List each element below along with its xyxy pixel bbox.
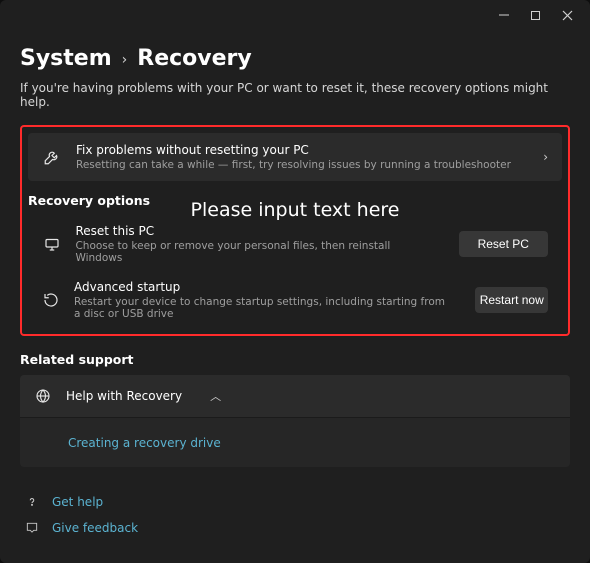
reset-title: Reset this PC [75,224,430,238]
reset-desc: Choose to keep or remove your personal f… [75,240,430,264]
recovery-drive-link[interactable]: Creating a recovery drive [68,436,221,450]
breadcrumb: System › Recovery [20,46,570,71]
settings-window: System › Recovery If you're having probl… [0,0,590,563]
advanced-title: Advanced startup [74,280,447,294]
globe-help-icon [34,387,52,405]
help-icon [24,495,40,509]
recovery-options-heading: Recovery options [28,193,562,208]
help-with-recovery-row[interactable]: Help with Recovery ︿ [20,375,570,417]
help-recovery-title: Help with Recovery [66,389,182,403]
help-recovery-body: Creating a recovery drive [20,417,570,467]
intro-text: If you're having problems with your PC o… [20,81,570,109]
get-help-label: Get help [52,495,103,509]
give-feedback-label: Give feedback [52,521,138,535]
fix-title: Fix problems without resetting your PC [76,143,511,157]
feedback-icon [24,521,40,535]
fix-problems-card[interactable]: Fix problems without resetting your PC R… [28,133,562,181]
footer-links: Get help Give feedback [20,489,570,541]
breadcrumb-page: Recovery [137,46,251,71]
wrench-icon [42,148,62,166]
chevron-up-icon: ︿ [210,388,221,404]
give-feedback-link[interactable]: Give feedback [20,515,570,541]
reset-icon [42,235,61,253]
reset-pc-row: Reset this PC Choose to keep or remove y… [28,216,562,272]
related-support-section: Related support Help with Recovery ︿ Cre… [20,352,570,467]
breadcrumb-root[interactable]: System [20,46,112,71]
reset-pc-button[interactable]: Reset PC [459,231,548,257]
close-button[interactable] [562,10,576,21]
chevron-right-icon: › [122,52,128,68]
advanced-startup-row: Advanced startup Restart your device to … [28,272,562,328]
highlight-box: Please input text here Fix problems with… [20,125,570,336]
window-titlebar [0,0,590,30]
related-support-heading: Related support [20,352,570,367]
maximize-button[interactable] [530,10,544,21]
fix-desc: Resetting can take a while — first, try … [76,159,511,171]
chevron-right-icon: › [543,150,548,164]
power-restart-icon [42,291,60,309]
restart-now-button[interactable]: Restart now [475,287,548,313]
minimize-button[interactable] [498,9,512,21]
advanced-desc: Restart your device to change startup se… [74,296,447,320]
get-help-link[interactable]: Get help [20,489,570,515]
